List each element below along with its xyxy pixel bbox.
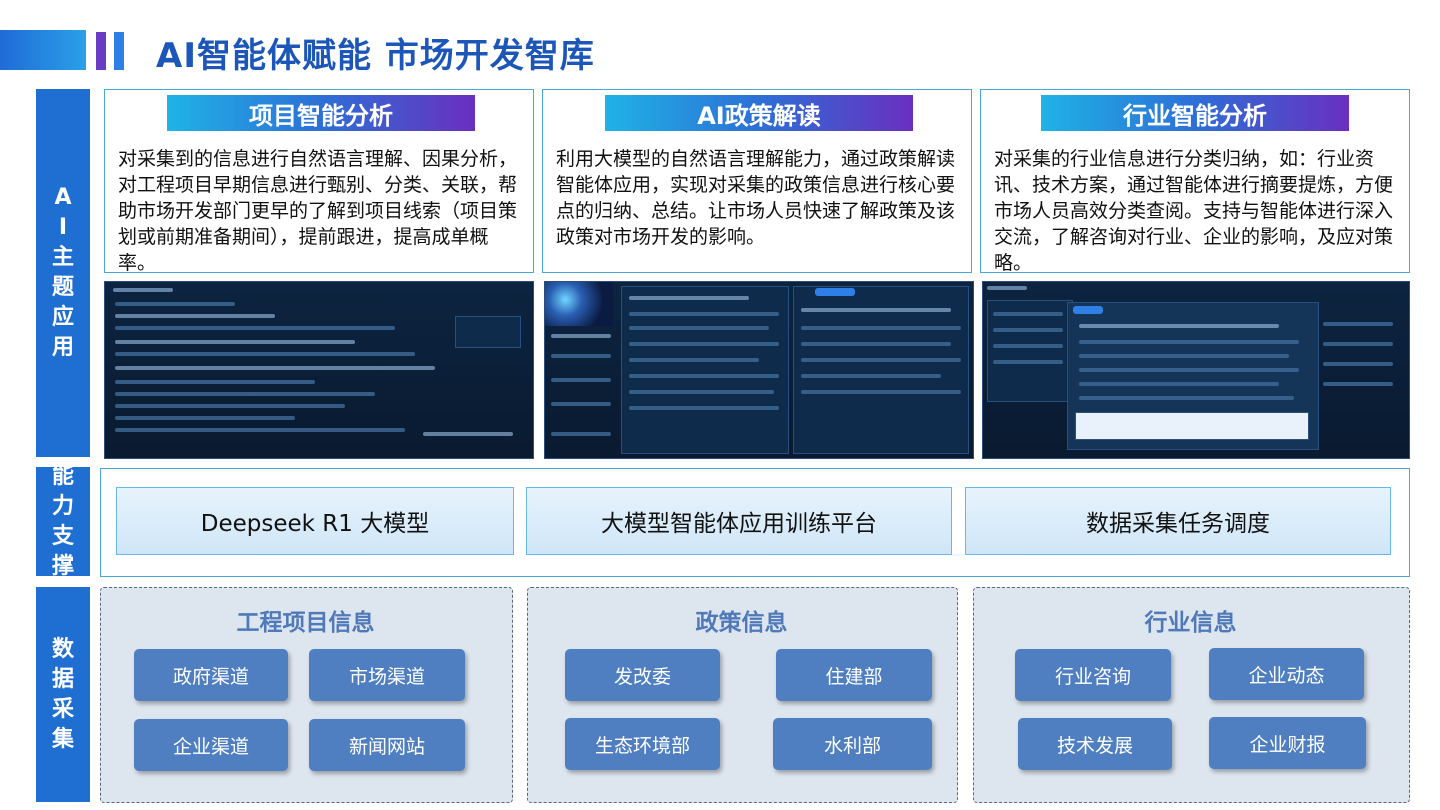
app-card-policy-interpretation: AI政策解读 利用大模型的自然语言理解能力，通过政策解读智能体应用，实现对采集的… (542, 89, 972, 273)
policy-interpretation-screenshot (544, 281, 974, 459)
app-description: 对采集的行业信息进行分类归纳，如：行业资讯、技术方案，通过智能体进行摘要提炼，方… (994, 148, 1394, 274)
app-title: AI政策解读 (605, 95, 913, 131)
source-chip: 发改委 (565, 649, 720, 701)
source-chip: 新闻网站 (309, 719, 465, 771)
app-description: 对采集到的信息进行自然语言理解、因果分析，对工程项目早期信息进行甄别、分类、关联… (118, 148, 518, 274)
group-title: 行业信息 (1144, 609, 1237, 636)
page-title: AI智能体赋能 市场开发智库 (156, 36, 595, 76)
side-label-ai-topics: AI主题应用 (36, 89, 90, 457)
project-analysis-screenshot (104, 281, 534, 459)
source-chip: 住建部 (776, 649, 932, 701)
source-chip: 市场渠道 (309, 649, 465, 701)
side-label-capability: 能力支撑 (36, 464, 90, 579)
capability-deepseek: Deepseek R1 大模型 (116, 487, 514, 555)
side-label-data-collection: 数据采集 (36, 587, 90, 802)
source-chip: 行业咨询 (1015, 649, 1171, 701)
title-decoration-bar (96, 32, 106, 70)
app-description: 利用大模型的自然语言理解能力，通过政策解读智能体应用，实现对采集的政策信息进行核… (556, 148, 956, 248)
industry-analysis-screenshot (982, 281, 1410, 459)
app-card-project-analysis: 项目智能分析 对采集到的信息进行自然语言理解、因果分析，对工程项目早期信息进行甄… (104, 89, 534, 274)
source-chip: 技术发展 (1018, 718, 1172, 770)
capability-task-scheduling: 数据采集任务调度 (965, 487, 1391, 555)
app-title: 项目智能分析 (167, 95, 475, 131)
neural-network-image (545, 282, 613, 326)
source-chip: 企业动态 (1209, 648, 1364, 700)
capability-training-platform: 大模型智能体应用训练平台 (526, 487, 952, 555)
source-chip: 生态环境部 (565, 718, 720, 770)
title-decoration-bar (114, 32, 124, 70)
source-chip: 企业渠道 (134, 719, 288, 771)
app-card-industry-analysis: 行业智能分析 对采集的行业信息进行分类归纳，如：行业资讯、技术方案，通过智能体进… (980, 89, 1410, 274)
title-decoration-band (0, 30, 86, 70)
source-chip: 水利部 (773, 718, 932, 770)
source-chip: 企业财报 (1209, 717, 1366, 769)
app-title: 行业智能分析 (1041, 95, 1349, 131)
group-title: 工程项目信息 (236, 609, 375, 636)
source-chip: 政府渠道 (134, 649, 288, 701)
group-title: 政策信息 (695, 609, 788, 636)
